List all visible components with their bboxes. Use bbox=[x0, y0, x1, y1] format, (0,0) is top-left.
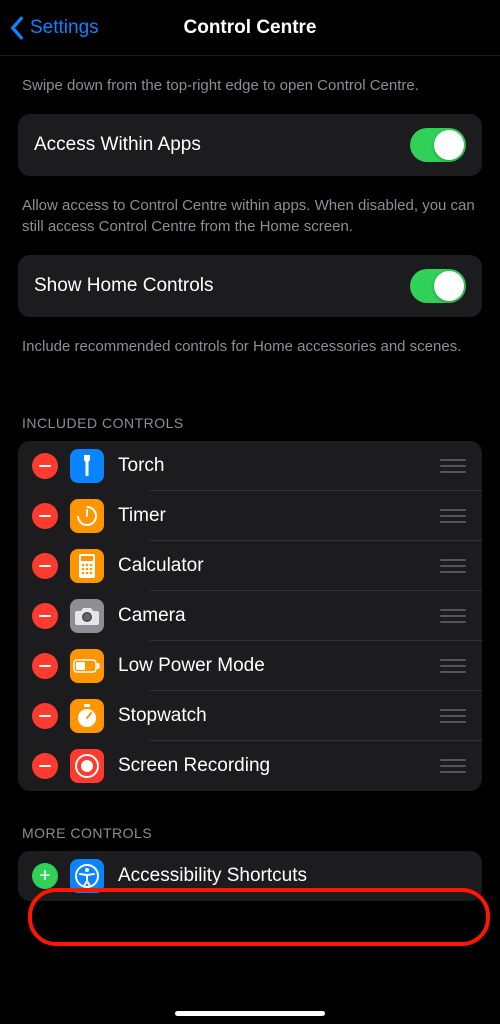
list-item-torch[interactable]: Torch bbox=[18, 441, 482, 491]
torch-icon bbox=[70, 449, 104, 483]
back-label: Settings bbox=[30, 17, 99, 39]
list-item-stopwatch[interactable]: Stopwatch bbox=[18, 691, 482, 741]
home-toggle[interactable] bbox=[410, 269, 466, 303]
access-within-apps-row: Access Within Apps bbox=[18, 114, 482, 176]
home-indicator[interactable] bbox=[175, 1011, 325, 1016]
drag-handle[interactable] bbox=[440, 509, 468, 523]
remove-button[interactable] bbox=[32, 553, 58, 579]
screen-recording-icon bbox=[70, 749, 104, 783]
page-title: Control Centre bbox=[184, 17, 317, 39]
low-power-icon bbox=[70, 649, 104, 683]
accessibility-icon bbox=[70, 859, 104, 893]
item-label: Torch bbox=[118, 455, 440, 477]
calculator-icon bbox=[70, 549, 104, 583]
drag-handle[interactable] bbox=[440, 659, 468, 673]
access-toggle[interactable] bbox=[410, 128, 466, 162]
included-list: Torch Timer Calculator bbox=[18, 441, 482, 791]
stopwatch-icon bbox=[70, 699, 104, 733]
list-item-calculator[interactable]: Calculator bbox=[18, 541, 482, 591]
drag-handle[interactable] bbox=[440, 459, 468, 473]
navbar: Settings Control Centre bbox=[0, 0, 500, 56]
add-button[interactable]: + bbox=[32, 863, 58, 889]
list-item-screen-recording[interactable]: Screen Recording bbox=[18, 741, 482, 791]
remove-button[interactable] bbox=[32, 653, 58, 679]
item-label: Accessibility Shortcuts bbox=[118, 865, 468, 887]
drag-handle[interactable] bbox=[440, 559, 468, 573]
drag-handle[interactable] bbox=[440, 709, 468, 723]
list-item-low-power[interactable]: Low Power Mode bbox=[18, 641, 482, 691]
remove-button[interactable] bbox=[32, 753, 58, 779]
camera-icon bbox=[70, 599, 104, 633]
list-item-camera[interactable]: Camera bbox=[18, 591, 482, 641]
item-label: Calculator bbox=[118, 555, 440, 577]
remove-button[interactable] bbox=[32, 453, 58, 479]
intro-text: Swipe down from the top-right edge to op… bbox=[18, 56, 482, 114]
show-home-controls-row: Show Home Controls bbox=[18, 255, 482, 317]
more-header: MORE CONTROLS bbox=[18, 791, 482, 851]
timer-icon bbox=[70, 499, 104, 533]
drag-handle[interactable] bbox=[440, 609, 468, 623]
item-label: Stopwatch bbox=[118, 705, 440, 727]
included-header: INCLUDED CONTROLS bbox=[18, 375, 482, 441]
home-desc: Include recommended controls for Home ac… bbox=[18, 317, 482, 375]
access-desc: Allow access to Control Centre within ap… bbox=[18, 176, 482, 255]
list-item-accessibility[interactable]: + Accessibility Shortcuts bbox=[18, 851, 482, 901]
back-button[interactable]: Settings bbox=[10, 16, 99, 40]
item-label: Low Power Mode bbox=[118, 655, 440, 677]
remove-button[interactable] bbox=[32, 603, 58, 629]
item-label: Camera bbox=[118, 605, 440, 627]
chevron-left-icon bbox=[10, 16, 24, 40]
item-label: Screen Recording bbox=[118, 755, 440, 777]
access-label: Access Within Apps bbox=[34, 134, 201, 156]
more-list: + Accessibility Shortcuts bbox=[18, 851, 482, 901]
remove-button[interactable] bbox=[32, 503, 58, 529]
list-item-timer[interactable]: Timer bbox=[18, 491, 482, 541]
drag-handle[interactable] bbox=[440, 759, 468, 773]
home-label: Show Home Controls bbox=[34, 275, 214, 297]
remove-button[interactable] bbox=[32, 703, 58, 729]
item-label: Timer bbox=[118, 505, 440, 527]
